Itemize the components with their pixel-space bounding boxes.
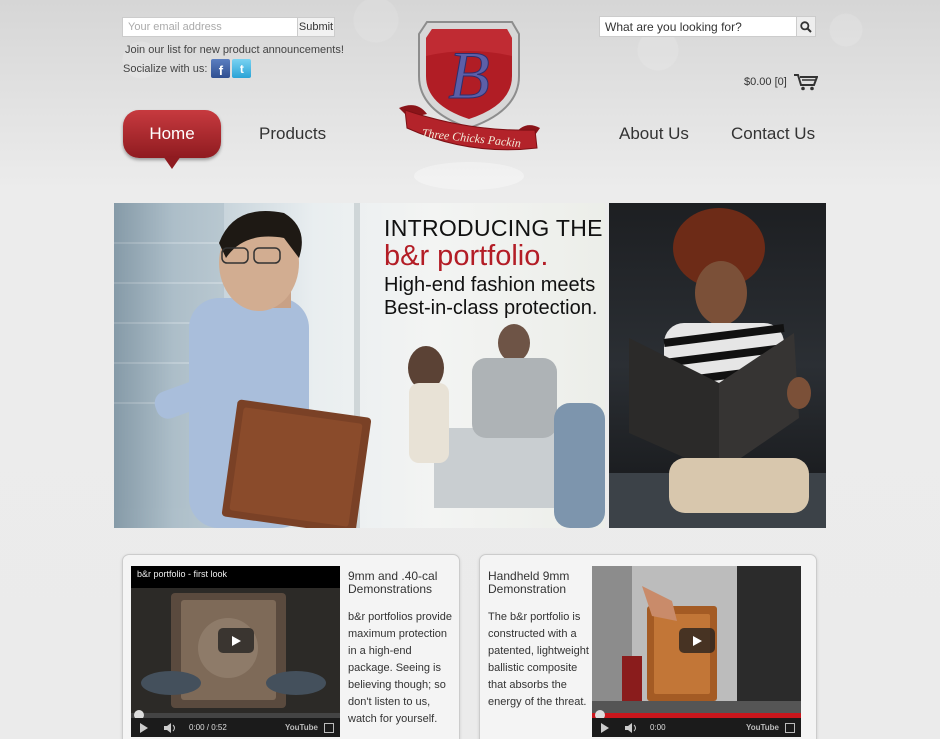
- play-control-icon[interactable]: [139, 722, 148, 733]
- video-player[interactable]: b&r portfolio - first look 0:00 / 0:52 Y…: [131, 566, 340, 737]
- video-controls: 0:00 YouTube: [592, 718, 801, 737]
- card-title: 9mm and .40-cal Demonstrations: [348, 569, 438, 596]
- card-title: Handheld 9mm Demonstration: [488, 569, 570, 596]
- video-player[interactable]: 0:00 YouTube: [592, 566, 801, 737]
- search-bar: [599, 16, 816, 37]
- play-icon: [693, 635, 702, 646]
- cart-total: $0.00 [0]: [744, 76, 787, 88]
- hero-banner[interactable]: INTRODUCING THE b&r portfolio. High-end …: [114, 203, 605, 528]
- nav-home-pointer: [163, 156, 181, 169]
- email-input[interactable]: [122, 17, 297, 37]
- nav-contact-us[interactable]: Contact Us: [731, 124, 815, 144]
- video-controls: 0:00 / 0:52 YouTube: [131, 718, 340, 737]
- video-card-first-look: b&r portfolio - first look 0:00 / 0:52 Y…: [122, 554, 460, 739]
- newsletter-form: Submit: [122, 17, 335, 37]
- social-links: Socialize with us: f t: [123, 59, 252, 78]
- video-time: 0:00 / 0:52: [189, 723, 227, 732]
- search-button[interactable]: [796, 16, 816, 37]
- youtube-logo-icon[interactable]: YouTube: [285, 723, 318, 732]
- socialize-label: Socialize with us:: [123, 62, 208, 75]
- play-control-icon[interactable]: [600, 722, 609, 733]
- twitter-icon[interactable]: t: [232, 59, 252, 78]
- play-icon: [232, 635, 241, 646]
- hero-headline: INTRODUCING THE b&r portfolio. High-end …: [384, 215, 603, 319]
- submit-button[interactable]: Submit: [297, 17, 335, 37]
- video-time: 0:00: [650, 723, 666, 732]
- hero-line-protection: Best-in-class protection.: [384, 297, 598, 319]
- nav-about-us[interactable]: About Us: [619, 124, 689, 144]
- woman-reading-portfolio-image: [609, 208, 826, 528]
- card-description: The b&r portfolio is constructed with a …: [488, 611, 589, 708]
- logo-monogram: B: [448, 37, 490, 113]
- play-button[interactable]: [679, 628, 715, 653]
- cart-summary[interactable]: $0.00 [0]: [744, 73, 818, 91]
- play-button[interactable]: [218, 628, 254, 653]
- hero-line-introducing: INTRODUCING THE: [384, 215, 603, 241]
- hero-line-fashion: High-end fashion meets: [384, 274, 596, 296]
- hero-line-product: b&r portfolio.: [384, 240, 549, 272]
- nav-home[interactable]: Home: [123, 110, 221, 158]
- search-input[interactable]: [599, 16, 796, 37]
- facebook-icon[interactable]: f: [211, 59, 231, 78]
- fullscreen-icon[interactable]: [785, 722, 795, 733]
- volume-icon[interactable]: [164, 722, 177, 733]
- card-description: b&r portfolios provide maximum protectio…: [348, 611, 452, 725]
- search-icon: [800, 20, 812, 33]
- join-list-text: Join our list for new product announceme…: [125, 44, 344, 56]
- video-card-handheld: Handheld 9mm Demonstration The b&r portf…: [479, 554, 817, 739]
- video-title: b&r portfolio - first look: [137, 569, 228, 579]
- fullscreen-icon[interactable]: [324, 722, 334, 733]
- volume-icon[interactable]: [625, 722, 638, 733]
- youtube-logo-icon[interactable]: YouTube: [746, 723, 779, 732]
- three-chicks-packin-logo[interactable]: B Three Chicks Packin: [397, 16, 542, 196]
- hero-side-photo[interactable]: [609, 203, 826, 528]
- nav-products[interactable]: Products: [259, 124, 326, 144]
- shopping-cart-icon: [793, 74, 818, 91]
